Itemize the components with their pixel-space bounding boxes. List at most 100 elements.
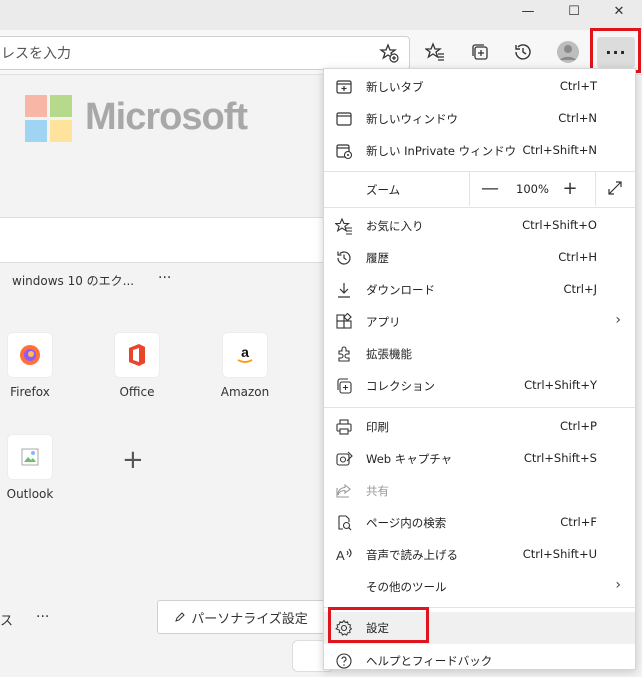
favorites-icon xyxy=(335,217,353,235)
firefox-icon xyxy=(8,333,52,377)
menu-item-label: 新しいウィンドウ xyxy=(366,112,458,126)
news-topic-label[interactable]: windows 10 のエク... xyxy=(12,272,134,289)
collections-icon[interactable] xyxy=(465,37,495,67)
quick-link-firefox[interactable]: Firefox xyxy=(0,333,60,399)
broken-image-icon xyxy=(8,435,52,479)
menu-item-extensions[interactable]: 拡張機能 xyxy=(324,338,635,370)
amazon-icon: a xyxy=(223,333,267,377)
menu-item-shortcut: Ctrl+N xyxy=(558,111,597,125)
menu-separator xyxy=(324,407,635,408)
profile-avatar-icon[interactable] xyxy=(553,37,583,67)
download-icon xyxy=(335,281,353,299)
menu-item-label: ページ内の検索 xyxy=(366,516,447,530)
menu-item-label: 音声で読み上げる xyxy=(366,548,458,562)
close-button[interactable]: ✕ xyxy=(596,0,642,22)
add-site-button[interactable]: + xyxy=(122,445,144,475)
address-placeholder: レスを入力 xyxy=(1,46,71,62)
address-bar[interactable]: レスを入力 xyxy=(0,36,410,70)
menu-item-label: お気に入り xyxy=(366,219,424,233)
news-more-button[interactable]: ··· xyxy=(158,270,171,286)
zoom-level: 100% xyxy=(516,182,549,196)
quick-link-office[interactable]: Office xyxy=(107,333,167,399)
menu-item-label: アプリ xyxy=(366,315,401,329)
menu-item-new-tab[interactable]: 新しいタブ Ctrl+T xyxy=(324,71,635,103)
title-bar: — ☐ ✕ xyxy=(0,0,642,30)
add-favorite-icon[interactable] xyxy=(379,43,399,63)
inprivate-icon xyxy=(335,142,353,160)
history-icon[interactable] xyxy=(508,37,538,67)
web-search-box[interactable] xyxy=(0,217,332,263)
collections-icon xyxy=(335,377,353,395)
tile-label: Amazon xyxy=(220,385,270,399)
personalize-label: パーソナライズ設定 xyxy=(191,611,308,627)
menu-item-shortcut: Ctrl+T xyxy=(559,79,597,93)
menu-item-read-aloud[interactable]: A 音声で読み上げる Ctrl+Shift+U xyxy=(324,539,635,571)
apps-icon xyxy=(335,313,353,331)
fullscreen-icon[interactable] xyxy=(600,176,630,200)
help-icon xyxy=(335,652,353,670)
menu-item-share: 共有 xyxy=(324,475,635,507)
menu-item-label: 共有 xyxy=(366,484,389,498)
find-on-page-icon xyxy=(335,514,353,532)
feed-section-label: ス xyxy=(0,614,14,629)
print-icon xyxy=(335,418,353,436)
maximize-button[interactable]: ☐ xyxy=(551,0,597,22)
personalize-button[interactable]: パーソナライズ設定 xyxy=(157,600,325,634)
menu-item-find-on-page[interactable]: ページ内の検索 Ctrl+F xyxy=(324,507,635,539)
menu-item-shortcut: Ctrl+Shift+N xyxy=(522,143,597,157)
svg-text:A: A xyxy=(336,548,345,563)
menu-item-collections[interactable]: コレクション Ctrl+Shift+Y xyxy=(324,370,635,402)
zoom-label: ズーム xyxy=(366,183,401,197)
chevron-right-icon: › xyxy=(615,312,621,328)
menu-item-label: 印刷 xyxy=(366,420,389,434)
menu-item-label: 新しい InPrivate ウィンドウ xyxy=(366,144,517,158)
favorites-icon[interactable] xyxy=(420,37,450,67)
zoom-divider xyxy=(595,172,596,206)
chevron-right-icon: › xyxy=(615,577,621,593)
menu-item-label: コレクション xyxy=(366,379,435,393)
menu-item-label: ダウンロード xyxy=(366,283,435,297)
new-tab-icon xyxy=(335,78,353,96)
menu-item-apps[interactable]: アプリ › xyxy=(324,306,635,338)
menu-item-new-window[interactable]: 新しいウィンドウ Ctrl+N xyxy=(324,103,635,135)
zoom-out-button[interactable]: — xyxy=(475,176,505,200)
tile-label: Office xyxy=(119,385,155,399)
menu-item-shortcut: Ctrl+P xyxy=(559,419,597,433)
svg-text:a: a xyxy=(241,344,249,360)
menu-item-label: 拡張機能 xyxy=(366,347,412,361)
feed-more-button[interactable]: ··· xyxy=(36,609,49,625)
menu-item-print[interactable]: 印刷 Ctrl+P xyxy=(324,411,635,443)
menu-item-label: 新しいタブ xyxy=(366,80,424,94)
brand-name: Microsoft xyxy=(85,96,248,138)
tile-label: Firefox xyxy=(10,385,50,399)
menu-item-label: Web キャプチャ xyxy=(366,452,453,466)
menu-item-label: その他のツール xyxy=(366,580,447,594)
menu-item-downloads[interactable]: ダウンロード Ctrl+J xyxy=(324,274,635,306)
minimize-button[interactable]: — xyxy=(505,0,551,22)
settings-and-more-menu: 新しいタブ Ctrl+T 新しいウィンドウ Ctrl+N 新しい InPriva… xyxy=(323,68,636,670)
menu-item-favorites[interactable]: お気に入り Ctrl+Shift+O xyxy=(324,210,635,242)
menu-item-label: ヘルプとフィードバック xyxy=(366,654,493,668)
menu-item-shortcut: Ctrl+Shift+Y xyxy=(524,378,597,392)
microsoft-logo-icon xyxy=(25,95,73,143)
menu-item-web-capture[interactable]: Web キャプチャ Ctrl+Shift+S xyxy=(324,443,635,475)
menu-item-new-inprivate-window[interactable]: 新しい InPrivate ウィンドウ Ctrl+Shift+N xyxy=(324,135,635,167)
zoom-in-button[interactable]: + xyxy=(555,176,585,200)
menu-item-zoom: ズーム — 100% + xyxy=(324,172,635,206)
extensions-icon xyxy=(335,345,353,363)
quick-link-amazon[interactable]: a Amazon xyxy=(215,333,275,399)
highlight-box-more xyxy=(590,28,641,73)
menu-item-shortcut: Ctrl+Shift+O xyxy=(522,218,597,232)
quick-link-outlook[interactable]: Outlook xyxy=(0,435,60,501)
menu-item-help-and-feedback[interactable]: ヘルプとフィードバック xyxy=(324,645,635,677)
menu-item-shortcut: Ctrl+F xyxy=(560,515,597,529)
menu-item-more-tools[interactable]: その他のツール › xyxy=(324,571,635,603)
office-icon xyxy=(115,333,159,377)
menu-separator xyxy=(324,207,635,208)
menu-item-history[interactable]: 履歴 Ctrl+H xyxy=(324,242,635,274)
zoom-divider xyxy=(469,172,470,206)
new-window-icon xyxy=(335,110,353,128)
menu-item-shortcut: Ctrl+Shift+U xyxy=(522,547,597,561)
pencil-icon xyxy=(174,611,186,623)
menu-item-shortcut: Ctrl+H xyxy=(558,250,597,264)
